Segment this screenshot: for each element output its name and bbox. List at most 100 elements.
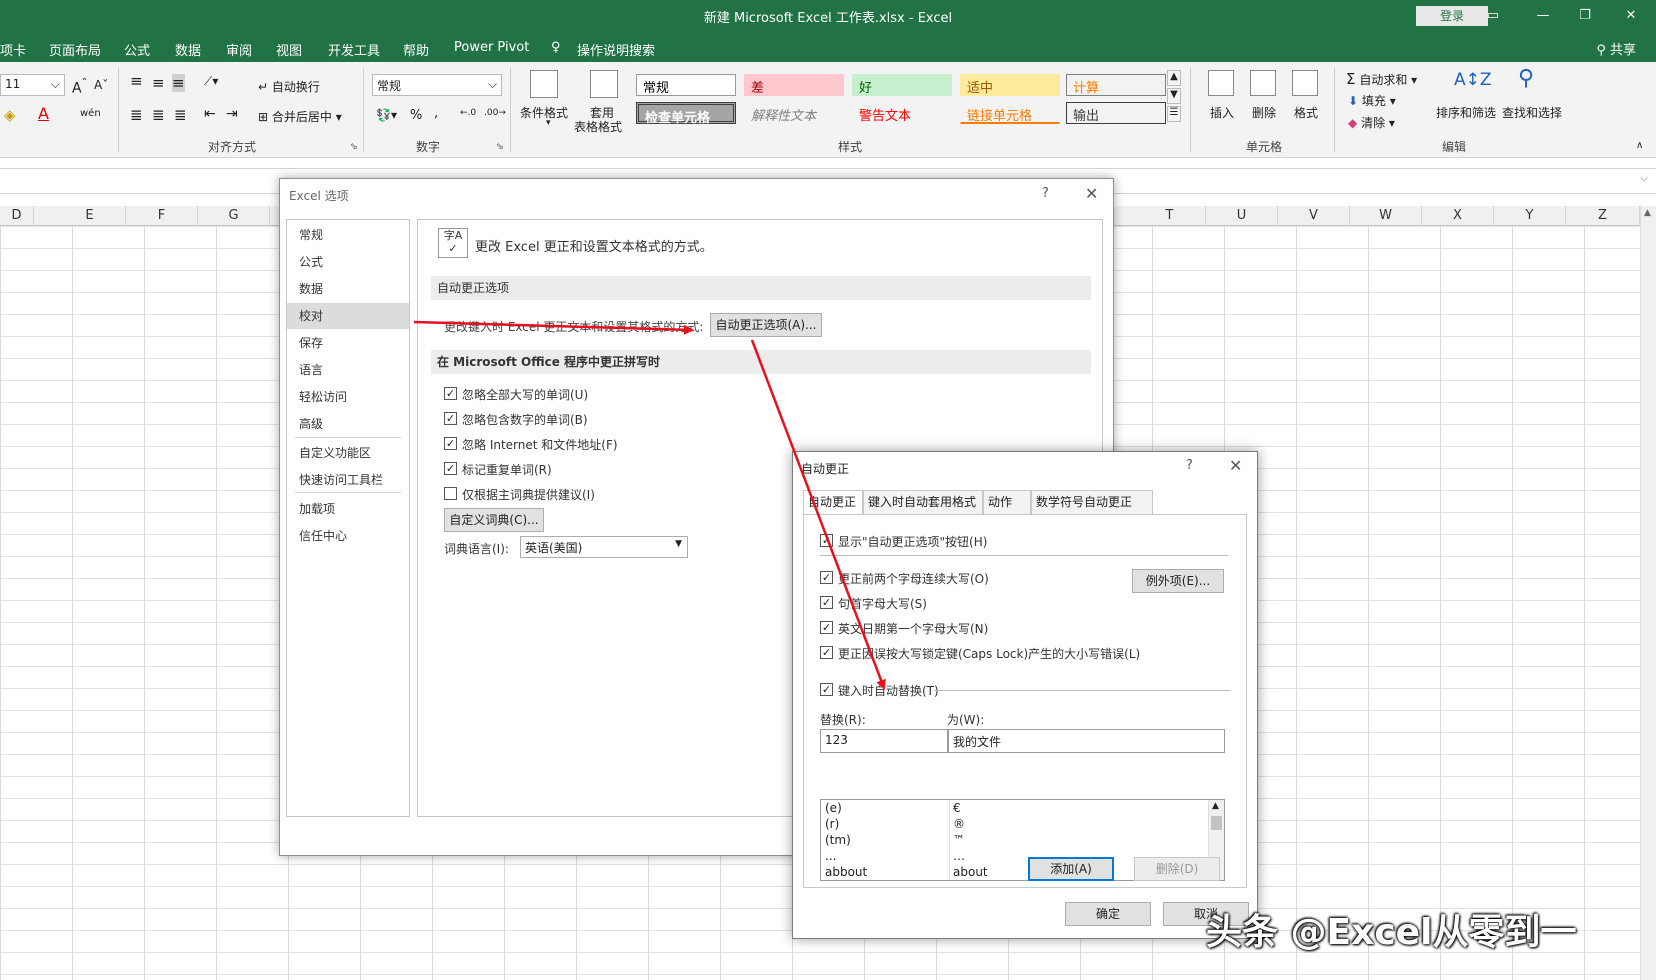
decrease-decimal-icon[interactable]: .00→ bbox=[484, 108, 506, 118]
autocorrect-checkbox[interactable]: ✓ bbox=[820, 621, 833, 634]
autocorrect-checkbox[interactable]: ✓ bbox=[820, 596, 833, 609]
dialog-launcher-icon[interactable]: ⬂ bbox=[350, 142, 358, 152]
column-header-v[interactable]: V bbox=[1278, 206, 1350, 226]
cell-style-3[interactable]: 适中 bbox=[960, 74, 1060, 96]
cell-style-1[interactable]: 差 bbox=[744, 74, 844, 96]
accounting-format-icon[interactable]: 💱▾ bbox=[376, 108, 397, 122]
tab-autoformat-as-you-type[interactable]: 键入时自动套用格式 bbox=[863, 490, 983, 514]
nav-item-advanced[interactable]: 高级 bbox=[287, 411, 409, 437]
nav-item-proofing[interactable]: 校对 bbox=[287, 303, 409, 329]
show-buttons-checkbox[interactable]: ✓ bbox=[820, 534, 833, 547]
tab-autocorrect[interactable]: 自动更正 bbox=[803, 490, 863, 515]
column-header-y[interactable]: Y bbox=[1494, 206, 1566, 226]
conditional-format-button[interactable]: 条件格式 bbox=[520, 104, 568, 121]
delete-button[interactable]: 删除 bbox=[1252, 104, 1276, 121]
help-icon[interactable]: ? bbox=[1186, 458, 1193, 473]
tab-options-partial[interactable]: 项卡 bbox=[0, 40, 26, 59]
column-header-f[interactable]: F bbox=[126, 206, 198, 226]
delete-entry-button[interactable]: 删除(D) bbox=[1134, 857, 1220, 881]
nav-item-save[interactable]: 保存 bbox=[287, 330, 409, 356]
nav-item-data[interactable]: 数据 bbox=[287, 276, 409, 302]
column-header-z[interactable]: Z bbox=[1566, 206, 1640, 226]
cell-style-0[interactable]: 常规 bbox=[636, 74, 736, 96]
align-right-icon[interactable]: ≣ bbox=[174, 106, 187, 124]
grow-font-icon[interactable]: Aˆ bbox=[72, 76, 87, 97]
tab-review[interactable]: 审阅 bbox=[226, 40, 252, 59]
format-button[interactable]: 格式 bbox=[1294, 104, 1318, 121]
custom-dictionaries-button[interactable]: 自定义词典(C)... bbox=[444, 508, 544, 532]
percent-icon[interactable]: % bbox=[410, 108, 422, 123]
orientation-icon[interactable]: ⟋▾ bbox=[204, 74, 218, 89]
table-format-button-line2[interactable]: 表格格式 bbox=[574, 118, 622, 135]
spelling-checkbox[interactable]: ✓ bbox=[444, 412, 457, 425]
spelling-checkbox[interactable] bbox=[444, 487, 457, 500]
share-button[interactable]: ⚲ 共享 bbox=[1596, 39, 1636, 58]
list-item[interactable]: (e) € bbox=[821, 800, 1210, 816]
gallery-up-icon[interactable]: ▲ bbox=[1167, 70, 1181, 86]
shrink-font-icon[interactable]: Aˇ bbox=[94, 78, 108, 92]
with-input[interactable]: 我的文件 bbox=[948, 729, 1225, 753]
vertical-scrollbar[interactable]: ▲ bbox=[1640, 206, 1656, 980]
spelling-checkbox[interactable]: ✓ bbox=[444, 437, 457, 450]
login-button[interactable]: 登录 bbox=[1416, 6, 1488, 26]
fill-color-icon[interactable]: ◈ bbox=[4, 106, 16, 124]
autocorrect-checkbox[interactable]: ✓ bbox=[820, 571, 833, 584]
find-select-button[interactable]: 查找和选择 bbox=[1502, 104, 1562, 121]
cell-style-8[interactable]: 链接单元格 bbox=[960, 102, 1060, 124]
cell-style-7[interactable]: 警告文本 bbox=[852, 102, 952, 124]
dialog-launcher-icon[interactable]: ⬂ bbox=[496, 142, 504, 152]
replace-as-you-type-checkbox[interactable]: ✓ bbox=[820, 683, 833, 696]
scroll-thumb[interactable] bbox=[1211, 816, 1222, 830]
insert-button[interactable]: 插入 bbox=[1210, 104, 1234, 121]
column-header-d[interactable]: D bbox=[0, 206, 34, 226]
tab-math-autocorrect[interactable]: 数学符号自动更正 bbox=[1031, 490, 1153, 514]
autocorrect-checkbox[interactable]: ✓ bbox=[820, 646, 833, 659]
list-item[interactable]: (r) ® bbox=[821, 816, 1210, 832]
fill-button[interactable]: ⬇ 填充 ▾ bbox=[1348, 92, 1396, 109]
help-icon[interactable]: ? bbox=[1042, 186, 1049, 201]
ok-button[interactable]: 确定 bbox=[1065, 902, 1151, 926]
minimize-icon[interactable]: — bbox=[1530, 5, 1556, 27]
nav-item-formulas[interactable]: 公式 bbox=[287, 249, 409, 275]
restore-icon[interactable]: ❐ bbox=[1572, 5, 1598, 27]
column-header-u[interactable]: U bbox=[1206, 206, 1278, 226]
align-bottom-icon[interactable]: ≡ bbox=[172, 74, 185, 92]
dictionary-language-select[interactable]: 英语(美国) ▼ bbox=[520, 536, 688, 558]
cell-style-9[interactable]: 输出 bbox=[1066, 102, 1166, 124]
number-format-combo[interactable]: 常规 ⌵ bbox=[372, 74, 502, 96]
close-icon[interactable]: ✕ bbox=[1229, 456, 1242, 475]
nav-item-add-ins[interactable]: 加载项 bbox=[287, 496, 409, 522]
cell-style-4[interactable]: 计算 bbox=[1066, 74, 1166, 96]
nav-item-language[interactable]: 语言 bbox=[287, 357, 409, 383]
close-window-icon[interactable]: ✕ bbox=[1618, 5, 1644, 27]
column-header-w[interactable]: W bbox=[1350, 206, 1422, 226]
increase-decimal-icon[interactable]: ←.0 bbox=[460, 108, 476, 118]
spelling-checkbox[interactable]: ✓ bbox=[444, 387, 457, 400]
column-header-t[interactable]: T bbox=[1134, 206, 1206, 226]
nav-item-customize-ribbon[interactable]: 自定义功能区 bbox=[287, 440, 409, 466]
tab-help[interactable]: 帮助 bbox=[403, 40, 429, 59]
nav-item-quick-access-toolbar[interactable]: 快速访问工具栏 bbox=[287, 467, 409, 493]
ribbon-display-icon[interactable]: ▭ bbox=[1480, 5, 1506, 27]
column-header-g[interactable]: G bbox=[198, 206, 270, 226]
increase-indent-icon[interactable]: ⇥ bbox=[226, 106, 238, 122]
cell-style-2[interactable]: 好 bbox=[852, 74, 952, 96]
cell-style-5[interactable]: 检查单元格 bbox=[636, 102, 736, 126]
align-center-icon[interactable]: ≣ bbox=[152, 106, 165, 124]
phonetic-icon[interactable]: wén bbox=[80, 108, 101, 119]
sort-filter-button[interactable]: 排序和筛选 bbox=[1436, 104, 1496, 121]
tab-page-layout[interactable]: 页面布局 bbox=[49, 40, 101, 59]
font-size-combo[interactable]: 11 ⌵ bbox=[0, 74, 65, 96]
tab-view[interactable]: 视图 bbox=[276, 40, 302, 59]
nav-item-accessibility[interactable]: 轻松访问 bbox=[287, 384, 409, 410]
list-item[interactable]: (tm) ™ bbox=[821, 832, 1210, 848]
cell-style-6[interactable]: 解释性文本 bbox=[744, 102, 844, 124]
clear-button[interactable]: ◆ 清除 ▾ bbox=[1348, 114, 1395, 131]
comma-icon[interactable]: , bbox=[434, 106, 438, 121]
close-icon[interactable]: ✕ bbox=[1085, 184, 1098, 203]
tell-me-search[interactable]: 操作说明搜索 bbox=[577, 40, 655, 59]
autocorrect-options-button[interactable]: 自动更正选项(A)... bbox=[710, 313, 822, 337]
tab-power-pivot[interactable]: Power Pivot bbox=[454, 40, 529, 55]
exceptions-button[interactable]: 例外项(E)... bbox=[1132, 569, 1224, 593]
expand-formula-icon[interactable]: ⌵ bbox=[1640, 173, 1648, 184]
